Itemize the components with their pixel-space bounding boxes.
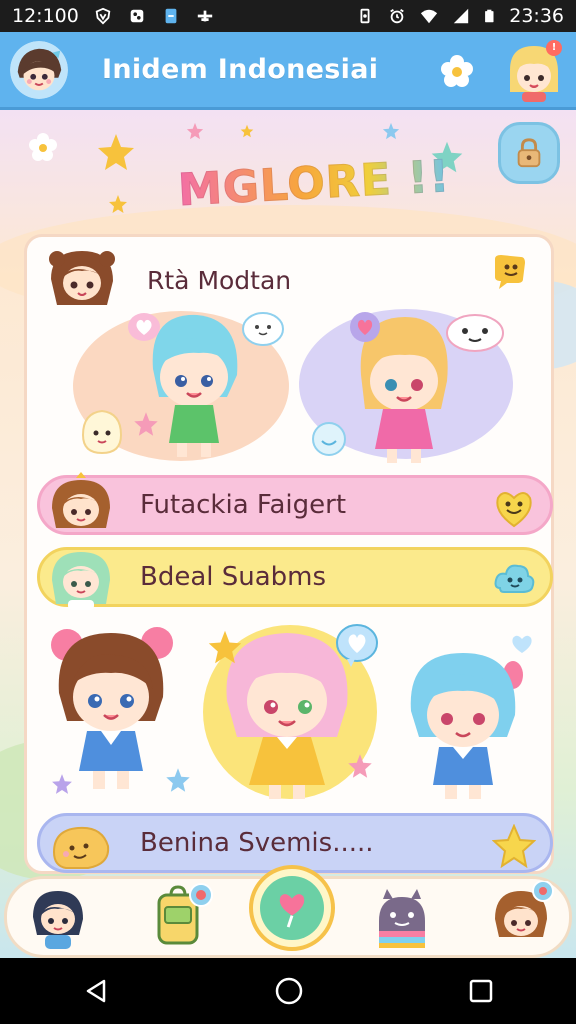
- heart-lollipop-icon: [279, 894, 305, 928]
- menu-pill-label: Benina Svemis.....: [140, 828, 374, 858]
- menu-pill-label: Bdeal Suabms: [140, 562, 327, 592]
- signal-icon: [454, 8, 469, 24]
- star-icon: [492, 824, 536, 868]
- lock-button[interactable]: [498, 122, 560, 184]
- speech-bubble-icon: [242, 312, 284, 346]
- system-navigation-bar: [0, 958, 576, 1024]
- heart-bubble-icon: [336, 624, 378, 667]
- star-icon: [134, 412, 158, 436]
- ghost-icon: [81, 409, 123, 455]
- gallery-icon: [130, 9, 144, 23]
- lock-icon: [517, 138, 541, 168]
- nav-center-button[interactable]: [249, 865, 335, 951]
- character-avatar: [52, 552, 110, 610]
- cloud-face-icon: [494, 564, 535, 593]
- bread-icon: [52, 826, 110, 869]
- status-bar: 12:100 23:36: [0, 0, 576, 32]
- chat-bubble-icon[interactable]: [489, 251, 529, 291]
- heart-icon: [350, 312, 380, 342]
- recents-icon[interactable]: [468, 978, 494, 1004]
- nav-backpack[interactable]: [153, 883, 217, 949]
- status-time-right: 23:36: [509, 5, 564, 27]
- star-icon: [382, 122, 400, 140]
- menu-pill-label: Futackia Faigert: [140, 490, 347, 520]
- notification-badge: !: [546, 40, 562, 56]
- heart-bubble-icon: [128, 313, 160, 341]
- nav-monster[interactable]: [371, 885, 433, 949]
- star-icon: [166, 768, 190, 792]
- flower-icon[interactable]: [440, 54, 474, 88]
- menu-pill-benina[interactable]: Benina Svemis.....: [37, 813, 553, 873]
- profile-avatar[interactable]: [10, 40, 68, 99]
- battery-icon: [485, 9, 494, 23]
- star-icon: [348, 754, 372, 778]
- emoji-face-icon: [312, 422, 346, 456]
- status-time-left: 12:100: [12, 5, 79, 27]
- home-icon[interactable]: [274, 976, 304, 1006]
- star-icon: [98, 134, 134, 170]
- flower-icon: [29, 133, 57, 161]
- character-cyan-hair[interactable]: [401, 645, 525, 805]
- speech-bubble-icon: [446, 314, 504, 352]
- back-icon[interactable]: [82, 977, 110, 1005]
- file-icon: [165, 8, 177, 24]
- alarm-icon: [390, 8, 405, 24]
- bottom-navigation: [4, 865, 572, 958]
- menu-pill-futackia[interactable]: Futackia Faigert: [37, 472, 553, 535]
- star-icon: [109, 195, 127, 213]
- app-title: Inidem Indonesiai: [102, 54, 379, 85]
- main-card: Rtà Modtan Futackia Faigert Bdeal Suabms…: [24, 234, 554, 874]
- character-avatar: [49, 251, 115, 305]
- shield-icon: [95, 7, 111, 25]
- plane-icon: [197, 10, 213, 22]
- nav-profile-avatar[interactable]: [27, 885, 89, 951]
- star-icon: [208, 630, 242, 664]
- star-icon: [52, 774, 72, 794]
- star-icon: [240, 124, 254, 138]
- menu-pill-bdeal[interactable]: Bdeal Suabms: [37, 547, 553, 610]
- card-title: Rtà Modtan: [147, 265, 292, 295]
- star-icon: [186, 122, 204, 140]
- nav-character[interactable]: [489, 881, 555, 951]
- vibrate-icon: [360, 8, 370, 24]
- wifi-icon: [421, 9, 438, 24]
- heart-icon: [512, 635, 532, 653]
- character-avatar: [52, 472, 110, 528]
- smiley-heart-icon: [496, 492, 532, 528]
- app-bar: Inidem Indonesiai !: [0, 32, 576, 110]
